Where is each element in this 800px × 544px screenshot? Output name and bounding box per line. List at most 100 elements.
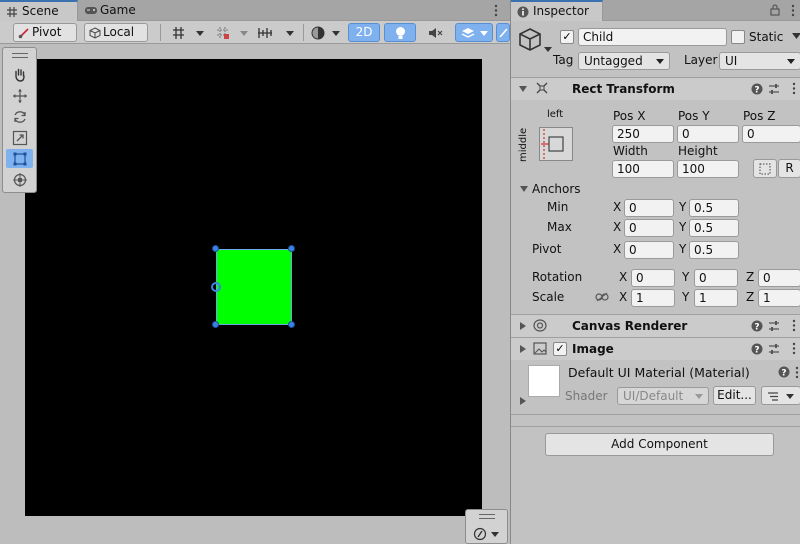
presets-icon[interactable] xyxy=(768,83,780,95)
pivot-y-input[interactable]: 0.5 xyxy=(689,241,739,259)
rotation-z-input[interactable]: 0 xyxy=(758,269,800,287)
tab-game-label: Game xyxy=(100,3,136,17)
foldout-arrow-icon[interactable] xyxy=(520,322,526,330)
tab-game[interactable]: Game xyxy=(78,0,148,21)
anchor-max-x-input[interactable]: 0 xyxy=(624,219,674,237)
material-foldout-icon[interactable] xyxy=(520,397,526,405)
hand-tool-button[interactable] xyxy=(6,65,33,84)
grid-snap-button[interactable] xyxy=(170,25,206,41)
rect-handle-bottom-right[interactable] xyxy=(288,321,295,328)
image-component-icon xyxy=(533,342,547,355)
lighting-toggle-button[interactable] xyxy=(384,23,416,42)
anchor-max-y-input[interactable]: 0.5 xyxy=(689,219,739,237)
child-image-sprite[interactable] xyxy=(216,249,292,325)
image-header[interactable]: ✓ Image ? xyxy=(511,338,800,360)
gameobject-icon[interactable] xyxy=(518,27,554,59)
increment-snap-button[interactable] xyxy=(214,25,250,41)
scale-z-input[interactable]: 1 xyxy=(758,289,800,307)
rotation-x-input[interactable]: 0 xyxy=(631,269,675,287)
rect-handle-top-right[interactable] xyxy=(288,245,295,252)
anchor-min-x-input[interactable]: 0 xyxy=(624,199,674,217)
pos-z-input[interactable]: 0 xyxy=(742,125,800,143)
tab-scene[interactable]: Scene xyxy=(0,0,78,21)
active-checkbox[interactable]: ✓ xyxy=(560,30,574,44)
shader-dropdown[interactable]: UI/Default xyxy=(617,387,709,405)
kebab-icon[interactable] xyxy=(795,366,799,379)
grid-icon xyxy=(7,7,17,17)
pos-x-input[interactable]: 250 xyxy=(612,125,674,143)
kebab-icon[interactable] xyxy=(792,342,796,355)
drag-handle-icon[interactable] xyxy=(12,53,28,58)
foldout-arrow-icon[interactable] xyxy=(520,345,526,353)
rect-handle-top-left[interactable] xyxy=(212,245,219,252)
anchor-min-y-input[interactable]: 0.5 xyxy=(689,199,739,217)
rotation-x-label: X xyxy=(619,270,628,284)
2d-mode-button[interactable]: 2D xyxy=(348,23,380,42)
add-component-button[interactable]: Add Component xyxy=(545,433,774,456)
object-name-input[interactable]: Child xyxy=(578,28,727,46)
anchors-foldout-icon[interactable] xyxy=(520,186,528,192)
rect-transform-header[interactable]: Rect Transform ? xyxy=(511,78,800,100)
rect-handle-bottom-left[interactable] xyxy=(212,321,219,328)
pivot-toggle-button[interactable]: Pivot xyxy=(13,23,77,52)
width-input[interactable]: 100 xyxy=(612,160,674,178)
scale-y-input[interactable]: 1 xyxy=(694,289,738,307)
tag-dropdown[interactable]: Untagged xyxy=(578,52,670,70)
edit-shader-button[interactable]: Edit... xyxy=(713,386,756,405)
effects-toggle-button[interactable] xyxy=(455,23,493,42)
blueprint-mode-button[interactable] xyxy=(753,159,777,178)
lock-icon[interactable] xyxy=(770,4,780,16)
scale-tool-button[interactable] xyxy=(6,128,33,147)
layer-dropdown[interactable]: UI xyxy=(719,52,800,70)
transform-tool-button[interactable] xyxy=(6,170,33,189)
link-icon[interactable] xyxy=(595,292,609,302)
foldout-arrow-icon[interactable] xyxy=(519,86,527,92)
layer-value: UI xyxy=(725,54,738,68)
presets-icon[interactable] xyxy=(768,343,780,355)
svg-text:?: ? xyxy=(754,346,759,356)
kebab-icon[interactable] xyxy=(791,4,795,17)
pos-y-input[interactable]: 0 xyxy=(677,125,739,143)
rect-tool-button[interactable] xyxy=(6,149,33,168)
raw-edit-button[interactable]: R xyxy=(778,159,800,178)
chevron-down-icon xyxy=(787,59,795,64)
help-icon[interactable]: ? xyxy=(751,343,763,355)
shader-value: UI/Default xyxy=(623,389,684,403)
shading-mode-button[interactable] xyxy=(310,25,342,41)
presets-icon[interactable] xyxy=(768,320,780,332)
move-tool-button[interactable] xyxy=(6,86,33,105)
kebab-icon[interactable] xyxy=(792,319,796,332)
height-input[interactable]: 100 xyxy=(677,160,739,178)
move-icon xyxy=(12,88,27,103)
shader-options-button[interactable] xyxy=(761,386,800,405)
help-icon[interactable]: ? xyxy=(751,83,763,95)
canvas-renderer-header[interactable]: Canvas Renderer ? xyxy=(511,315,800,337)
sphere-icon xyxy=(311,26,340,40)
anchor-v-label: middle xyxy=(518,127,529,162)
pivot-handle[interactable] xyxy=(211,282,221,292)
anchor-presets-button[interactable] xyxy=(539,127,573,161)
gizmos-toggle-button[interactable] xyxy=(496,23,510,42)
help-icon[interactable]: ? xyxy=(751,320,763,332)
help-icon[interactable]: ? xyxy=(778,366,790,378)
ruler-button[interactable] xyxy=(256,25,296,41)
scale-x-input[interactable]: 1 xyxy=(631,289,675,307)
local-toggle-button[interactable]: Local xyxy=(84,23,148,52)
scale-icon xyxy=(12,130,27,145)
tab-inspector[interactable]: Inspector xyxy=(511,0,603,21)
tab-scene-label: Scene xyxy=(22,4,59,18)
drag-handle-icon[interactable] xyxy=(479,514,495,519)
image-enabled-checkbox[interactable]: ✓ xyxy=(553,342,567,356)
shader-label: Shader xyxy=(565,389,608,403)
rotation-y-input[interactable]: 0 xyxy=(694,269,738,287)
kebab-icon[interactable] xyxy=(792,82,796,95)
kebab-icon[interactable] xyxy=(494,4,498,17)
static-checkbox[interactable] xyxy=(731,30,745,44)
pivot-x-input[interactable]: 0 xyxy=(624,241,674,259)
material-name: Default UI Material (Material) xyxy=(568,365,750,380)
chevron-down-icon[interactable] xyxy=(792,33,800,40)
audio-mute-button[interactable] xyxy=(426,25,446,41)
anchor-max-label: Max xyxy=(547,220,572,234)
compass-icon[interactable] xyxy=(473,527,503,541)
rotate-tool-button[interactable] xyxy=(6,107,33,126)
